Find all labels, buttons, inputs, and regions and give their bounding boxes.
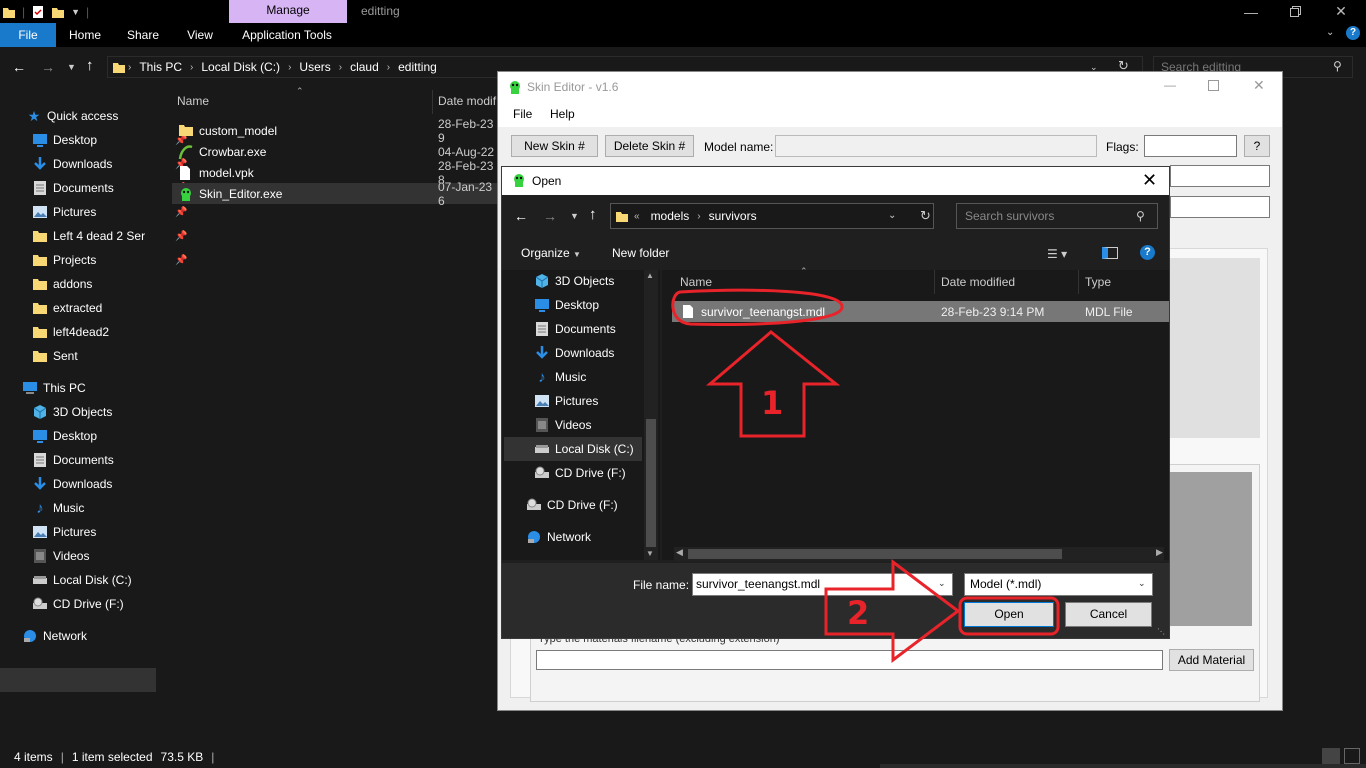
annotation-step-1: 1 — [761, 384, 784, 422]
annotation-arrow-right — [824, 558, 961, 664]
annotation-ellipse-file — [671, 288, 844, 326]
annotation-box-open — [958, 596, 1060, 636]
annotation-step-2: 2 — [847, 594, 870, 632]
annotation-overlay — [671, 288, 1060, 664]
